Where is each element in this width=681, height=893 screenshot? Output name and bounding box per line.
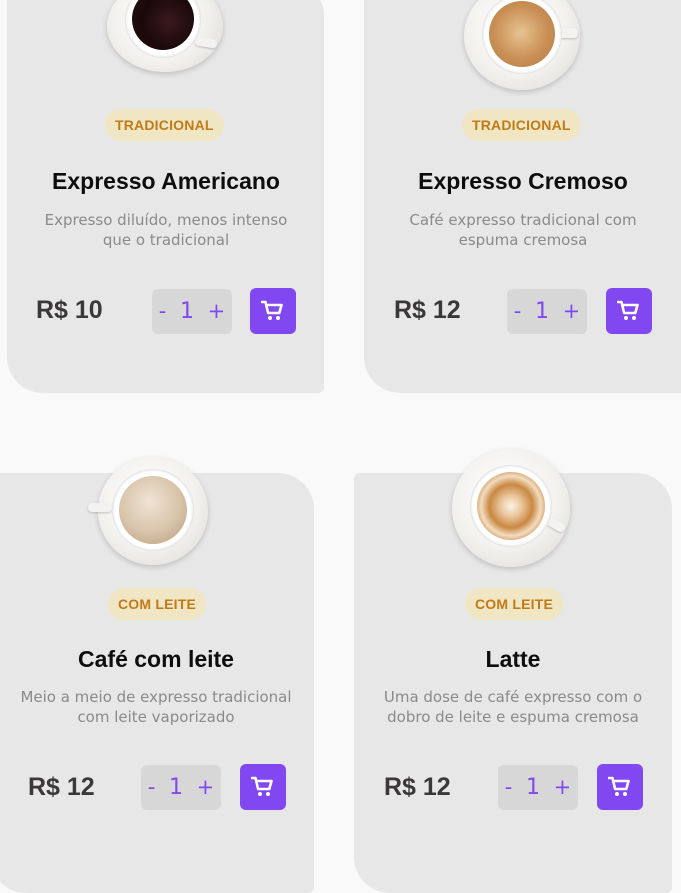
increment-button[interactable]: +	[197, 765, 215, 810]
product-name: Expresso Cremoso	[418, 168, 628, 194]
increment-button[interactable]: +	[563, 289, 581, 334]
product-description-line: Café expresso tradicional com	[409, 211, 637, 229]
product-description: Uma dose de café expresso com o dobro de…	[363, 687, 663, 727]
increment-button[interactable]: +	[208, 289, 226, 334]
product-description-line: espuma cremosa	[458, 231, 588, 249]
quantity-stepper: - 1 +	[498, 765, 578, 810]
product-name: Latte	[485, 646, 541, 672]
decrement-button[interactable]: -	[505, 765, 513, 810]
product-price: R$ 12	[394, 296, 461, 324]
product-card: COM LEITE Latte Uma dose de café express…	[354, 449, 672, 893]
product-description-line: com leite vaporizado	[77, 708, 235, 726]
shopping-cart-icon	[608, 776, 630, 796]
category-tag: COM LEITE	[108, 588, 207, 620]
shopping-cart-icon	[251, 776, 273, 796]
product-card: COM LEITE Café com leite Meio a meio de …	[0, 457, 314, 893]
quantity-stepper: - 1 +	[141, 765, 221, 810]
product-name: Café com leite	[78, 646, 234, 672]
add-to-cart-button[interactable]	[250, 288, 296, 334]
add-to-cart-button[interactable]	[606, 288, 652, 334]
coffee-cup-image	[452, 449, 574, 571]
decrement-button[interactable]: -	[159, 289, 167, 334]
product-description-line: que o tradicional	[102, 231, 230, 249]
quantity-value: 1	[168, 775, 183, 800]
product-description-line: Expresso diluído, menos intenso	[44, 211, 288, 229]
coffee-cup-image	[88, 455, 216, 567]
product-description-line: Uma dose de café expresso com o	[383, 688, 643, 706]
product-name: Expresso Americano	[52, 168, 280, 194]
decrement-button[interactable]: -	[514, 289, 522, 334]
quantity-value: 1	[534, 299, 549, 324]
quantity-value: 1	[179, 299, 194, 324]
quantity-stepper: - 1 +	[507, 289, 587, 334]
quantity-value: 1	[525, 775, 540, 800]
category-tag: COM LEITE	[465, 588, 564, 620]
product-card: TRADICIONAL Expresso Cremoso Café expres…	[364, 0, 681, 393]
product-price: R$ 10	[36, 296, 103, 324]
product-description: Expresso diluído, menos intenso que o tr…	[16, 210, 316, 250]
product-description: Café expresso tradicional com espuma cre…	[373, 210, 673, 250]
shopping-cart-icon	[261, 300, 283, 320]
quantity-stepper: - 1 +	[152, 289, 232, 334]
add-to-cart-button[interactable]	[597, 764, 643, 810]
add-to-cart-button[interactable]	[240, 764, 286, 810]
product-card: TRADICIONAL Expresso Americano Expresso …	[7, 0, 324, 393]
category-tag: TRADICIONAL	[462, 109, 581, 141]
product-description-line: dobro de leite e espuma cremosa	[387, 708, 639, 726]
shopping-cart-icon	[617, 300, 639, 320]
category-tag: TRADICIONAL	[105, 109, 224, 141]
product-description: Meio a meio de expresso tradicional com …	[6, 687, 306, 727]
coffee-cup-image	[464, 0, 584, 92]
increment-button[interactable]: +	[554, 765, 572, 810]
product-price: R$ 12	[384, 773, 451, 801]
product-description-line: Meio a meio de expresso tradicional	[20, 688, 292, 706]
coffee-cup-image	[107, 0, 225, 82]
decrement-button[interactable]: -	[148, 765, 156, 810]
product-price: R$ 12	[28, 773, 95, 801]
